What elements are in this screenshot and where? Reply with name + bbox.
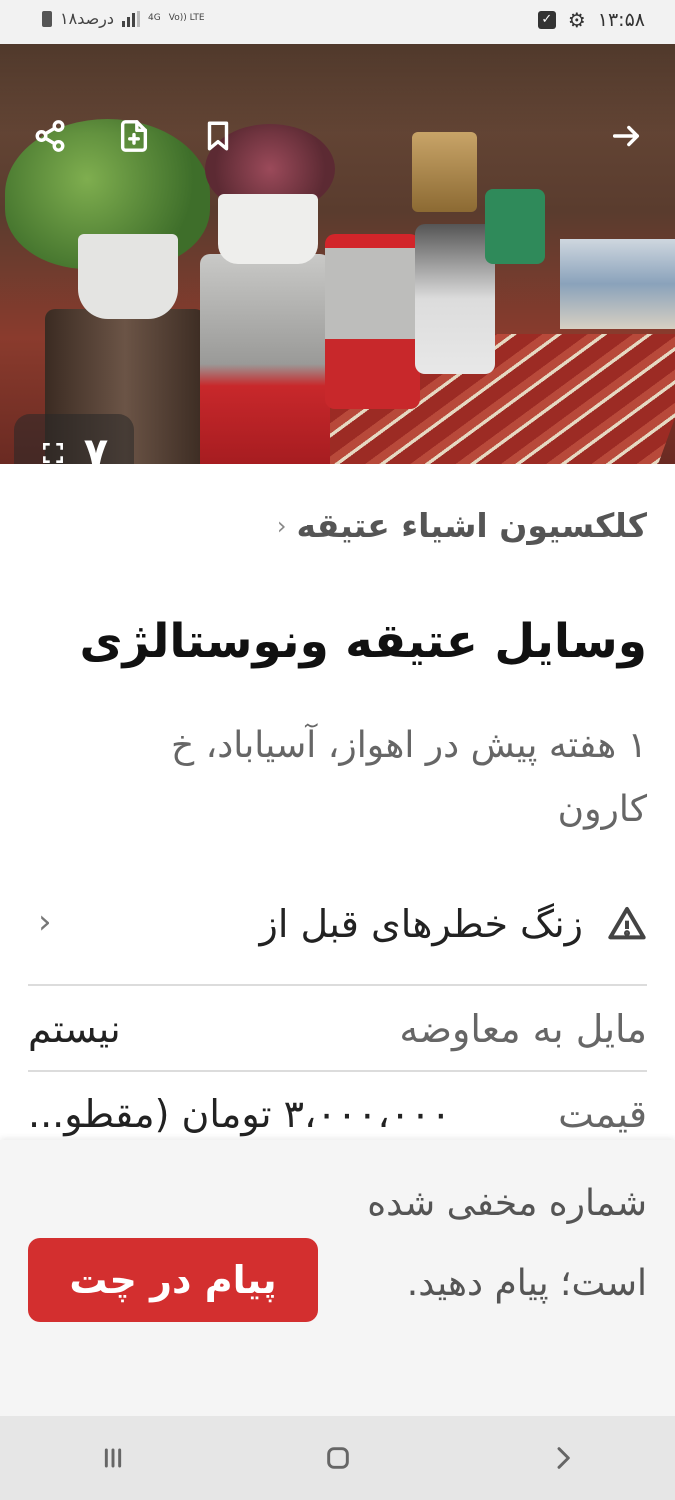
detail-label: قیمت <box>558 1092 647 1136</box>
breadcrumb-chevron-icon: ‹ <box>276 511 287 540</box>
photo-lamp <box>412 132 477 212</box>
detail-row-exchange: مایل به معاوضه نیستم <box>28 994 647 1064</box>
photo-heater <box>200 254 330 464</box>
contact-bar: شماره مخفی شده است؛ پیام دهید. پیام در چ… <box>0 1140 675 1416</box>
photo-cooler <box>485 189 545 264</box>
battery-percent: ۱۸درصد <box>60 9 115 28</box>
photo-pot <box>78 234 178 319</box>
add-note-icon[interactable] <box>114 116 154 156</box>
photo-pot <box>218 194 318 264</box>
breadcrumb-category[interactable]: کلکسیون اشیاء عتیقه <box>297 506 647 545</box>
back-arrow-icon[interactable] <box>606 116 646 156</box>
signal-icon <box>122 10 141 27</box>
back-icon <box>557 1447 570 1469</box>
warning-text: زنگ خطرهای قبل از <box>259 902 583 946</box>
settings-icon: ⚙ <box>567 8 586 32</box>
warning-row[interactable]: زنگ خطرهای قبل از ‹ <box>28 894 647 954</box>
detail-value: نیستم <box>28 1007 121 1051</box>
image-counter[interactable]: ۷ <box>14 414 134 464</box>
chevron-left-icon: ‹ <box>38 902 52 942</box>
photo-books <box>560 239 675 329</box>
chat-message-button[interactable]: پیام در چت <box>28 1238 318 1322</box>
home-button[interactable] <box>308 1428 368 1488</box>
detail-value: ۳،۰۰۰،۰۰۰ تومان (مقطو... <box>28 1092 452 1136</box>
hidden-number-note: شماره مخفی شده است؛ پیام دهید. <box>367 1183 647 1304</box>
status-bar-right: ✓ ⚙ ۱۳:۵۸ <box>537 8 645 32</box>
system-nav-bar <box>0 1416 675 1500</box>
network-type: 4G <box>148 13 161 23</box>
listing-subtitle: ۱ هفته پیش در اهواز، آسیاباد، خ کارون <box>170 725 647 830</box>
hero-shade <box>0 44 675 134</box>
divider <box>28 984 647 986</box>
share-icon[interactable] <box>30 116 70 156</box>
warning-icon <box>607 904 647 944</box>
image-count: ۷ <box>83 430 109 464</box>
divider <box>28 1070 647 1072</box>
photo-heater <box>415 224 495 374</box>
back-button[interactable] <box>533 1428 593 1488</box>
home-icon <box>326 1447 349 1469</box>
checkbox-notification-icon: ✓ <box>537 11 556 29</box>
recent-apps-button[interactable] <box>83 1428 143 1488</box>
detail-row-price: قیمت ۳،۰۰۰،۰۰۰ تومان (مقطو... <box>28 1079 647 1149</box>
breadcrumb[interactable]: کلکسیون اشیاء عتیقه ‹ <box>277 506 647 545</box>
status-bar-left: ۱۸درصد 4G Vo)) LTE <box>42 9 205 28</box>
detail-label: مایل به معاوضه <box>399 1007 647 1051</box>
status-bar: ✓ ⚙ ۱۳:۵۸ ۱۸درصد 4G Vo)) LTE <box>0 0 675 44</box>
listing-image-gallery[interactable]: ۷ <box>0 44 675 464</box>
listing-title: وسایل عتیقه ونوستالژی <box>79 614 647 669</box>
battery-icon <box>42 10 52 27</box>
recent-apps-icon <box>104 1448 121 1468</box>
status-time: ۱۳:۵۸ <box>597 9 645 31</box>
photo-heater <box>325 234 420 409</box>
bookmark-icon[interactable] <box>198 116 238 156</box>
fullscreen-icon <box>42 443 63 463</box>
volte-indicator: Vo)) LTE <box>168 13 205 23</box>
